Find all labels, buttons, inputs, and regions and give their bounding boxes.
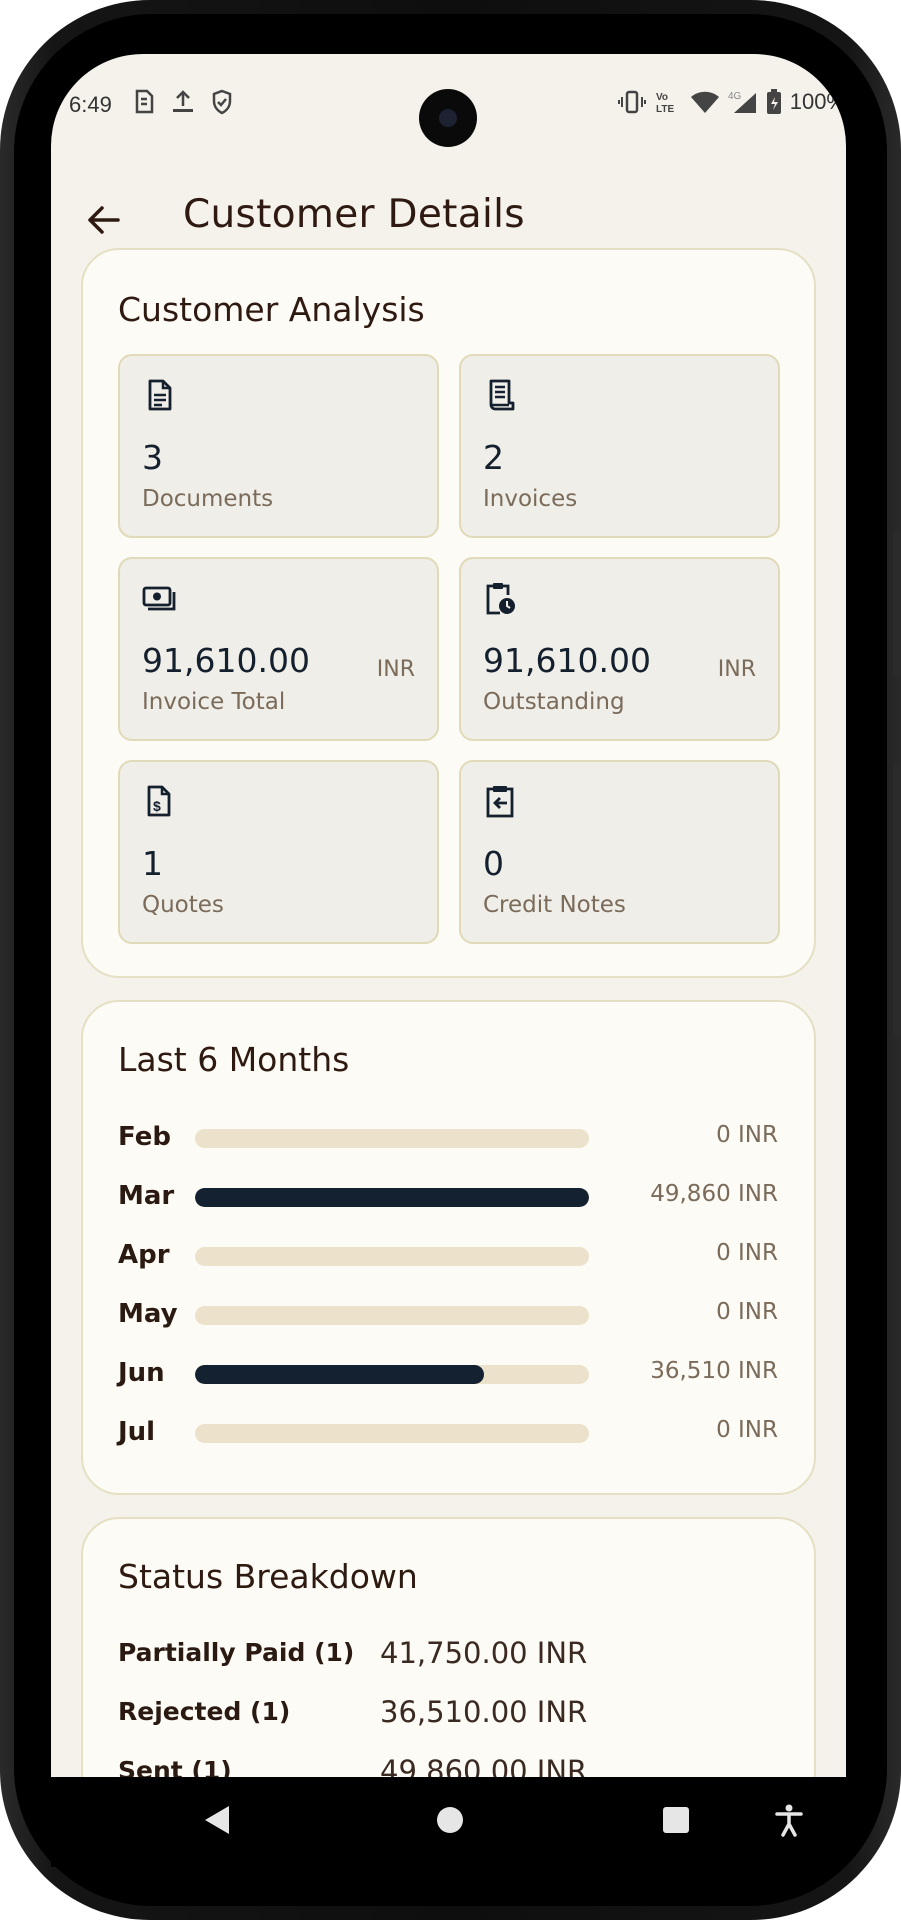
month-bar-track (195, 1129, 589, 1148)
shield-icon (212, 89, 232, 115)
navigation-bar (51, 1777, 846, 1867)
month-row-jun: Jun 36,510 INR (118, 1354, 778, 1394)
upload-icon (173, 90, 193, 112)
outstanding-label: Outstanding (483, 689, 625, 715)
month-bar-track (195, 1247, 589, 1266)
last-6-months-title: Last 6 Months (118, 1040, 350, 1079)
customer-analysis-title: Customer Analysis (118, 290, 425, 329)
month-row-jul: Jul 0 INR (118, 1413, 778, 1453)
wifi-icon (690, 91, 719, 113)
month-row-mar: Mar 49,860 INR (118, 1177, 778, 1217)
svg-text:$: $ (153, 798, 161, 814)
screen: 6:49 Vo LTE 4G 100% Customer Details Cust… (51, 54, 846, 1777)
back-arrow-icon (88, 206, 120, 234)
status-row-rejected[interactable]: Rejected (1) 36,510.00 INR (118, 1693, 778, 1733)
invoices-label: Invoices (483, 486, 578, 512)
battery-percentage: 100% (789, 89, 846, 114)
status-label: Partially Paid (1) (118, 1638, 355, 1667)
month-row-apr: Apr 0 INR (118, 1236, 778, 1276)
receipt-icon (489, 379, 515, 411)
quotes-tile[interactable]: $ 1 Quotes (118, 760, 439, 944)
battery-icon (766, 89, 781, 114)
sim-alert-icon (135, 89, 154, 114)
clipboard-clock-icon (486, 583, 515, 615)
power-button (893, 765, 901, 1035)
svg-text:Vo: Vo (656, 92, 668, 103)
document-icon (148, 379, 172, 411)
month-row-may: May 0 INR (118, 1295, 778, 1335)
invoice-total-unit: INR (376, 657, 415, 682)
credit-notes-label: Credit Notes (483, 892, 626, 918)
month-bar-track (195, 1424, 589, 1443)
svg-text:LTE: LTE (656, 104, 674, 115)
status-amount: 36,510.00 INR (380, 1695, 588, 1729)
front-camera (419, 89, 477, 147)
customer-analysis-card: Customer Analysis 3 Documents 2 Invoices… (81, 248, 816, 978)
nav-back-icon[interactable] (201, 1803, 233, 1837)
dollar-file-icon: $ (147, 785, 171, 817)
invoices-value: 2 (483, 438, 504, 477)
month-label: Jul (118, 1417, 156, 1447)
documents-label: Documents (142, 486, 274, 512)
notification-icons (133, 89, 233, 115)
month-label: Feb (118, 1122, 171, 1152)
month-bar-fill (195, 1188, 589, 1207)
clipboard-return-icon (486, 786, 514, 818)
outstanding-value: 91,610.00 (483, 641, 651, 680)
page-title: Customer Details (183, 192, 525, 237)
outstanding-tile[interactable]: 91,610.00 INR Outstanding (459, 557, 780, 741)
status-breakdown-card: Status Breakdown Partially Paid (1) 41,7… (81, 1517, 816, 1777)
month-label: Mar (118, 1181, 175, 1211)
vibrate-icon (617, 90, 646, 114)
invoice-total-label: Invoice Total (142, 689, 286, 715)
invoice-total-value: 91,610.00 (142, 641, 310, 680)
back-button[interactable] (81, 198, 125, 242)
status-row-sent[interactable]: Sent (1) 49,860.00 INR (118, 1752, 778, 1777)
month-label: Jun (118, 1358, 165, 1388)
quotes-label: Quotes (142, 892, 224, 918)
signal-4g-icon: 4G (728, 91, 756, 113)
nav-recents-icon[interactable] (661, 1803, 691, 1837)
system-icons: Vo LTE 4G 100% (617, 89, 846, 115)
accessibility-icon[interactable] (774, 1803, 804, 1837)
status-amount: 41,750.00 INR (380, 1636, 588, 1670)
credit-notes-tile[interactable]: 0 Credit Notes (459, 760, 780, 944)
documents-tile[interactable]: 3 Documents (118, 354, 439, 538)
nav-home-icon[interactable] (435, 1803, 465, 1837)
status-label: Sent (1) (118, 1756, 232, 1777)
month-label: May (118, 1299, 178, 1329)
status-time: 6:49 (69, 92, 112, 117)
month-value: 0 INR (716, 1299, 778, 1325)
status-label: Rejected (1) (118, 1697, 291, 1726)
invoices-tile[interactable]: 2 Invoices (459, 354, 780, 538)
status-row-partially-paid[interactable]: Partially Paid (1) 41,750.00 INR (118, 1634, 778, 1674)
month-bar-track (195, 1188, 589, 1207)
month-bar-track (195, 1306, 589, 1325)
month-row-feb: Feb 0 INR (118, 1118, 778, 1158)
status-amount: 49,860.00 INR (380, 1754, 588, 1777)
month-value: 36,510 INR (650, 1358, 778, 1384)
month-value: 0 INR (716, 1417, 778, 1443)
volume-button (893, 530, 901, 675)
month-label: Apr (118, 1240, 170, 1270)
month-bar-fill (195, 1365, 484, 1384)
month-value: 0 INR (716, 1122, 778, 1148)
cash-icon (142, 586, 176, 611)
documents-value: 3 (142, 438, 163, 477)
month-value: 0 INR (716, 1240, 778, 1266)
outstanding-unit: INR (717, 657, 756, 682)
credit-notes-value: 0 (483, 844, 504, 883)
status-bar: 6:49 Vo LTE 4G 100% (51, 54, 846, 154)
quotes-value: 1 (142, 844, 163, 883)
invoice-total-tile[interactable]: 91,610.00 INR Invoice Total (118, 557, 439, 741)
last-6-months-card: Last 6 Months Feb 0 INR Mar 49,860 INR A… (81, 1000, 816, 1495)
volte-icon: VoLTE (656, 92, 674, 115)
status-breakdown-title: Status Breakdown (118, 1557, 418, 1596)
svg-text:4G: 4G (728, 91, 742, 102)
month-value: 49,860 INR (650, 1181, 778, 1207)
month-bar-track (195, 1365, 589, 1384)
